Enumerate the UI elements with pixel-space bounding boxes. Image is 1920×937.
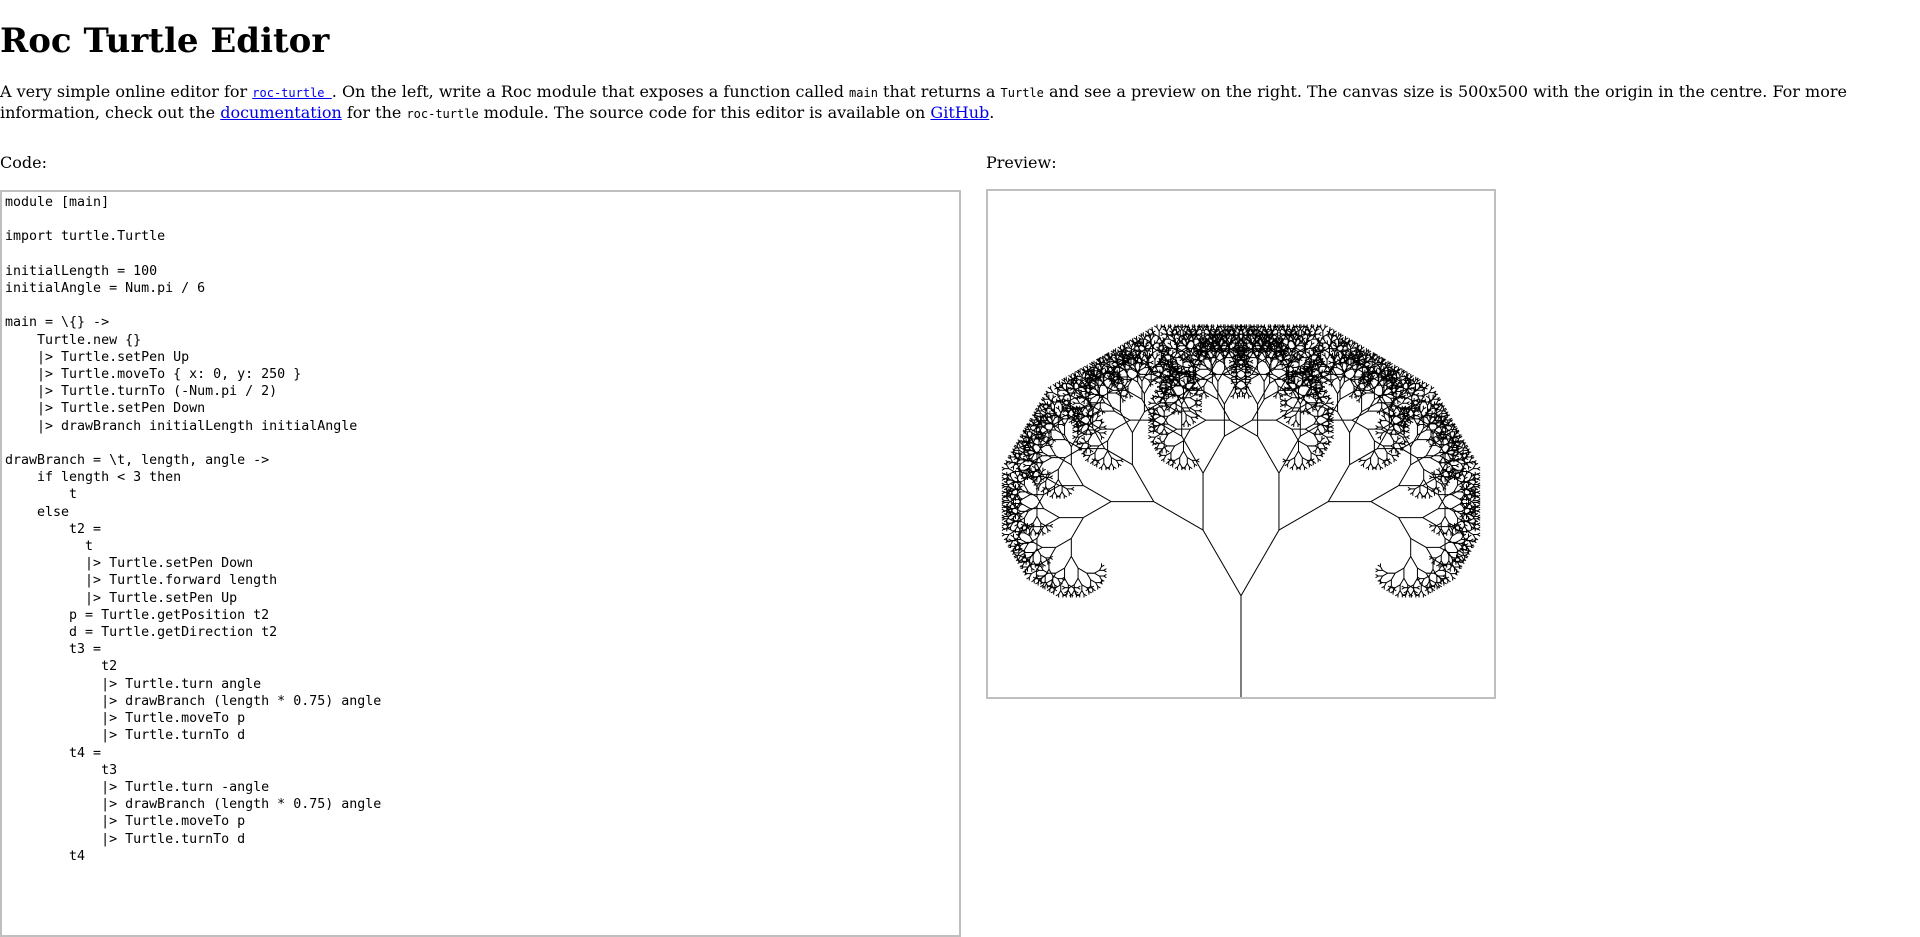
roc-turtle-link-code: roc-turtle	[252, 86, 332, 100]
code-label: Code:	[0, 153, 47, 172]
main-inline-code: main	[849, 86, 878, 100]
preview-canvas	[986, 189, 1496, 699]
documentation-link[interactable]: documentation	[220, 103, 342, 122]
intro-paragraph: A very simple online editor for roc-turt…	[0, 82, 1900, 124]
github-link[interactable]: GitHub	[930, 103, 989, 122]
intro-text: that returns a	[877, 82, 1001, 101]
intro-text: . On the left, write a Roc module that e…	[331, 82, 850, 101]
intro-text: A very simple online editor for	[0, 82, 253, 101]
roc-turtle-inline-code: roc-turtle	[406, 107, 479, 121]
roc-turtle-link[interactable]: roc-turtle	[252, 82, 331, 101]
intro-text: .	[989, 103, 995, 122]
tree-branches	[1001, 324, 1481, 697]
code-editor[interactable]	[0, 190, 961, 937]
turtle-inline-code: Turtle	[1000, 86, 1044, 100]
intro-text: for the	[341, 103, 407, 122]
page-title: Roc Turtle Editor	[0, 21, 330, 61]
fractal-tree-drawing	[1001, 324, 1481, 697]
intro-text: module. The source code for this editor …	[478, 103, 931, 122]
preview-label: Preview:	[986, 153, 1057, 172]
